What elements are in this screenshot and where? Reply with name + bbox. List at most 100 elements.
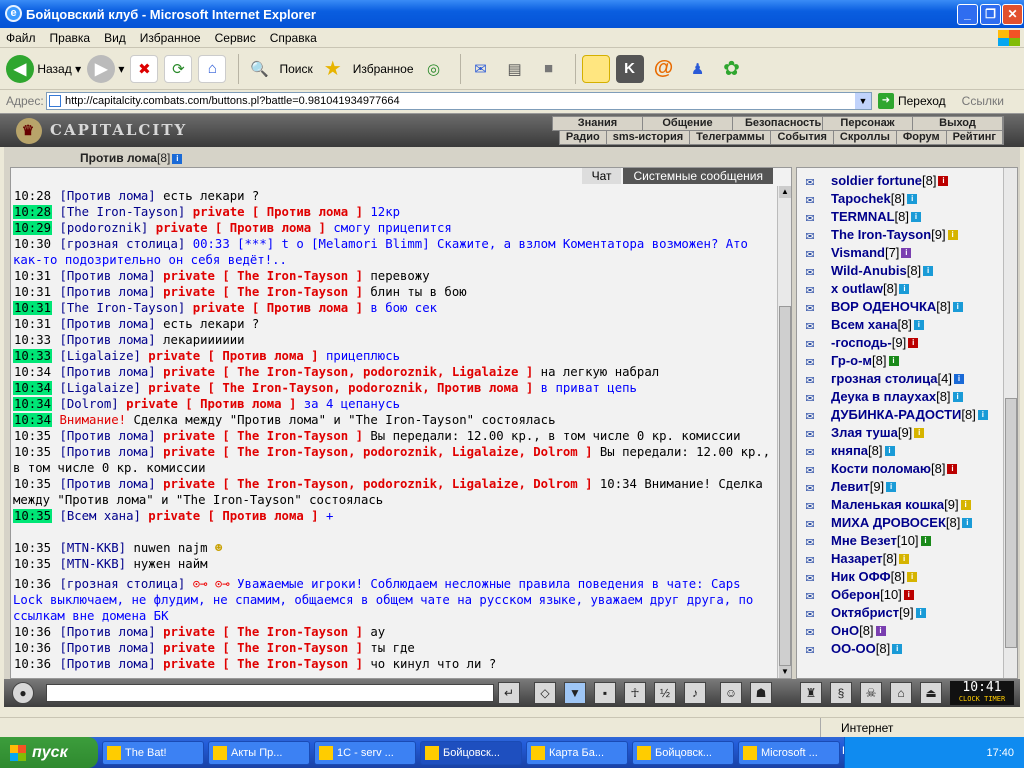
user-info-icon[interactable]: i [954,374,965,384]
private-message-icon[interactable]: ✉ [799,228,821,243]
user-info-icon[interactable]: i [962,518,973,528]
user-name[interactable]: Назарет [831,550,883,568]
user-info-icon[interactable]: i [884,446,895,456]
user-info-icon[interactable]: i [938,176,949,186]
info-icon[interactable]: i [172,153,183,164]
private-message-icon[interactable]: ✉ [799,372,821,387]
user-name[interactable]: ОнО [831,622,859,640]
nav-exit[interactable]: Выход [913,117,1003,130]
taskbar-button[interactable]: Акты Пр... [208,740,310,765]
tab-chat[interactable]: Чат [581,168,622,184]
translit-icon[interactable]: ½ [654,682,676,704]
message-author[interactable]: [Ligalaize] [59,381,140,395]
refresh-icon[interactable]: ⟳ [164,54,193,83]
message-author[interactable]: [Против лома] [59,477,155,491]
message-author[interactable]: [The Iron-Tayson] [59,301,185,315]
message-author[interactable]: [грозная столица] [59,237,185,251]
taskbar-button[interactable]: Карта Ба... [526,740,628,765]
private-message-icon[interactable]: ✉ [799,318,821,333]
user-info-icon[interactable]: i [903,590,914,600]
user-info-icon[interactable]: i [915,608,926,618]
user-list-scrollbar[interactable] [1003,168,1017,678]
private-message-icon[interactable]: ✉ [799,354,821,369]
user-list-item[interactable]: ✉ Мне Везет [10] i [799,532,1003,550]
close-button[interactable]: ✕ [1002,4,1023,25]
taskbar-button[interactable]: The Bat! [102,740,204,765]
private-recipients[interactable]: private [ The Iron-Tayson ] [163,269,363,283]
favorites-button[interactable]: ★ Избранное [319,55,414,83]
user-name[interactable]: Wild-Anubis [831,262,907,280]
user-list-item[interactable]: ✉ Оберон [10] i [799,586,1003,604]
exit-icon[interactable]: ⏏ [920,682,942,704]
nav-events[interactable]: События [771,131,834,144]
user-info-icon[interactable]: i [911,212,922,222]
user-info-icon[interactable]: i [899,284,910,294]
user-list-item[interactable]: ✉ ДУБИНКА-РАДОСТИ [8] i [799,406,1003,424]
user-info-icon[interactable]: i [952,302,963,312]
media-icon[interactable]: ◎ [420,55,448,83]
menu-help[interactable]: Справка [270,31,317,45]
user-info-icon[interactable]: i [901,248,912,258]
user-list-item[interactable]: ✉ Левит [9] i [799,478,1003,496]
user-list-item[interactable]: ✉ княпа [8] i [799,442,1003,460]
nav-knowledge[interactable]: Знания [553,117,643,130]
nav-scrolls[interactable]: Скроллы [834,131,897,144]
user-info-icon[interactable]: i [899,554,910,564]
menu-view[interactable]: Вид [104,31,126,45]
user-name[interactable]: ОО-ОО [831,640,876,658]
user-list-item[interactable]: ✉ ОО-ОО [8] i [799,640,1003,658]
filter-icon[interactable]: ▼ [564,682,586,704]
message-author[interactable]: [Против лома] [59,189,155,203]
scroll-icon[interactable]: § [830,682,852,704]
tab-system-messages[interactable]: Системные сообщения [623,168,773,184]
user-list-item[interactable]: ✉ ВОР ОДЕНОЧКА [8] i [799,298,1003,316]
user-list-item[interactable]: ✉ soldier fortune [8] i [799,172,1003,190]
private-recipients[interactable]: private [ The Iron-Tayson ] [163,657,363,671]
user-name[interactable]: грозная столица [831,370,938,388]
stop-icon[interactable]: ✖ [130,54,159,83]
fighter-icon[interactable]: ☥ [624,682,646,704]
minimize-button[interactable]: _ [957,4,978,25]
menu-favorites[interactable]: Избранное [140,31,201,45]
user-list-item[interactable]: ✉ Vismand [7] i [799,244,1003,262]
private-message-icon[interactable]: ✉ [799,336,821,351]
user-info-icon[interactable]: i [892,644,903,654]
user-info-icon[interactable]: i [923,266,934,276]
user-name[interactable]: ДУБИНКА-РАДОСТИ [831,406,961,424]
user-name[interactable]: Мне Везет [831,532,897,550]
private-recipients[interactable]: private [ The Iron-Tayson, podoroznik, L… [163,365,533,379]
message-author[interactable]: [podoroznik] [59,221,148,235]
home-icon[interactable]: ⌂ [198,54,227,83]
nav-security[interactable]: Безопасность [733,117,823,130]
user-list-item[interactable]: ✉ Назарет [8] i [799,550,1003,568]
private-message-icon[interactable]: ✉ [799,480,821,495]
user-name[interactable]: Tapochek [831,190,891,208]
private-recipients[interactable]: private [ Против лома ] [126,397,296,411]
edit-icon[interactable]: ■ [535,55,563,83]
taskbar-button[interactable]: Бойцовск... [420,740,522,765]
private-message-icon[interactable]: ✉ [799,426,821,441]
message-author[interactable]: [Против лома] [59,657,155,671]
message-author[interactable]: [Против лома] [59,333,155,347]
user-name[interactable]: Ник ОФФ [831,568,891,586]
mail-icon[interactable]: ✉ [467,55,495,83]
private-message-icon[interactable]: ✉ [799,444,821,459]
eraser-icon[interactable]: ◇ [534,682,556,704]
private-recipients[interactable]: private [ The Iron-Tayson, podoroznik, П… [148,381,533,395]
user-name[interactable]: x outlaw [831,280,883,298]
private-message-icon[interactable]: ✉ [799,624,821,639]
nav-forum[interactable]: Форум [897,131,947,144]
private-message-icon[interactable]: ✉ [799,516,821,531]
private-recipients[interactable]: private [ The Iron-Tayson ] [163,625,363,639]
menu-file[interactable]: Файл [6,31,36,45]
private-recipients[interactable]: private [ The Iron-Tayson ] [163,429,363,443]
message-author[interactable]: [Против лома] [59,317,155,331]
message-author[interactable]: [Против лома] [59,365,155,379]
private-message-icon[interactable]: ✉ [799,642,821,657]
message-author[interactable]: [Всем хана] [59,509,140,523]
message-author[interactable]: [Против лома] [59,445,155,459]
user-info-icon[interactable]: i [875,626,886,636]
scroll-down-icon[interactable]: ▼ [779,666,791,678]
user-list-item[interactable]: ✉ грозная столица [4] i [799,370,1003,388]
user-info-icon[interactable]: i [914,428,925,438]
